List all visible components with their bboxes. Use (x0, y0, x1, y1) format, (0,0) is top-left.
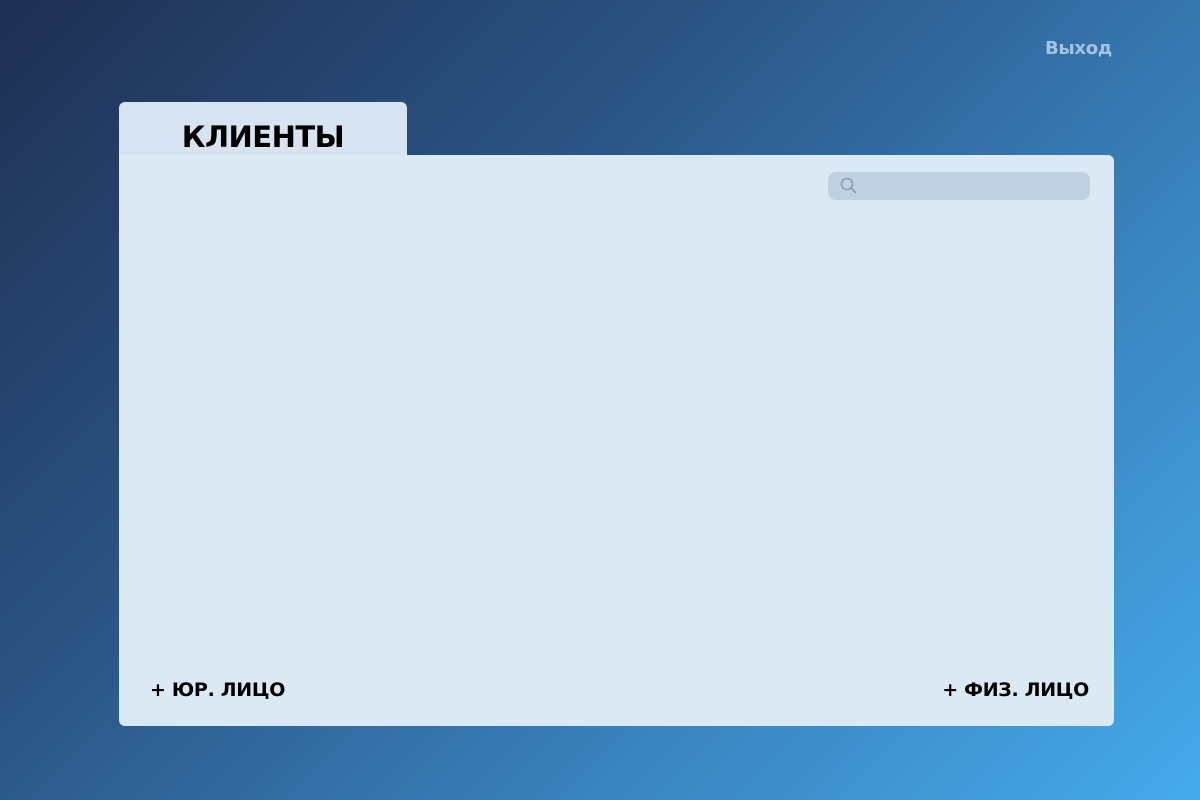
search-icon (839, 176, 859, 196)
search-input[interactable] (864, 172, 1082, 200)
logout-link[interactable]: Выход (1045, 38, 1112, 59)
page-title: КЛИЕНТЫ (181, 120, 345, 154)
clients-tab: КЛИЕНТЫ (119, 102, 407, 162)
clients-panel: + ЮР. ЛИЦО + ФИЗ. ЛИЦО (119, 155, 1114, 726)
search-box[interactable] (828, 172, 1090, 200)
add-individual-button[interactable]: + ФИЗ. ЛИЦО (942, 679, 1089, 701)
add-legal-entity-button[interactable]: + ЮР. ЛИЦО (150, 679, 285, 701)
